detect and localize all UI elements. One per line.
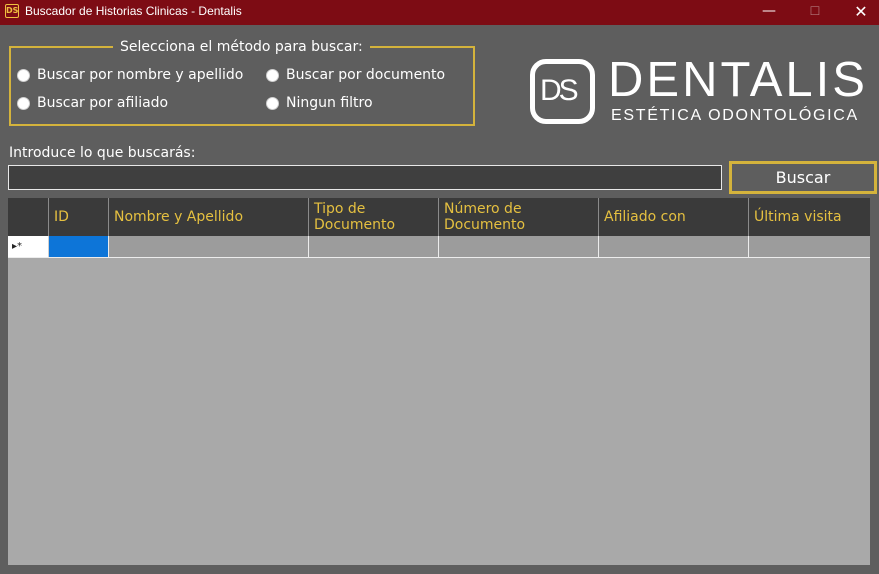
radio-label: Ningun filtro	[286, 95, 373, 111]
row-header-new-marker[interactable]: ▸*	[8, 236, 49, 257]
search-button[interactable]: Buscar	[729, 161, 877, 194]
radio-label: Buscar por documento	[286, 67, 446, 83]
cell-nombre[interactable]	[109, 236, 309, 257]
cell-numero-documento[interactable]	[439, 236, 599, 257]
cell-ultima-visita[interactable]	[749, 236, 870, 257]
radio-circle-icon[interactable]	[266, 68, 279, 82]
radio-documento[interactable]: Buscar por documento	[266, 67, 445, 83]
cell-afiliado[interactable]	[599, 236, 749, 257]
search-input[interactable]	[8, 165, 722, 190]
radio-label: Buscar por nombre y apellido	[37, 67, 244, 83]
maximize-button[interactable]: ☐	[793, 0, 837, 25]
column-header-nombre[interactable]: Nombre y Apellido	[109, 198, 309, 236]
search-method-group: Selecciona el método para buscar: Buscar…	[9, 38, 475, 126]
app-icon: DS	[5, 4, 19, 18]
column-header-afiliado[interactable]: Afiliado con	[599, 198, 749, 236]
radio-nombre-apellido[interactable]: Buscar por nombre y apellido	[17, 67, 243, 83]
column-header-numero-documento[interactable]: Número de Documento	[439, 198, 599, 236]
radio-circle-icon[interactable]	[17, 68, 30, 82]
close-button[interactable]: ✕	[839, 0, 879, 25]
table-row-new[interactable]: ▸*	[8, 236, 870, 258]
radio-afiliado[interactable]: Buscar por afiliado	[17, 95, 168, 111]
radio-label: Buscar por afiliado	[37, 95, 169, 111]
minimize-button[interactable]: —	[747, 0, 791, 25]
logo-mark: DS	[530, 59, 595, 124]
search-method-legend: Selecciona el método para buscar:	[113, 38, 370, 56]
column-header-tipo-documento[interactable]: Tipo de Documento	[309, 198, 439, 236]
title-bar: DS Buscador de Historias Clinicas - Dent…	[0, 0, 879, 25]
radio-ningun-filtro[interactable]: Ningun filtro	[266, 95, 373, 111]
grid-header: ID Nombre y Apellido Tipo de Documento N…	[8, 198, 870, 236]
column-header-ultima-visita[interactable]: Última visita	[749, 198, 870, 236]
window-title: Buscador de Historias Clinicas - Dentali…	[25, 4, 242, 18]
search-label: Introduce lo que buscarás:	[9, 145, 196, 161]
cell-tipo-documento[interactable]	[309, 236, 439, 257]
logo-name: DENTALIS	[608, 53, 868, 107]
grid-corner-header[interactable]	[8, 198, 49, 236]
logo-tagline: ESTÉTICA ODONTOLÓGICA	[611, 107, 859, 124]
radio-circle-icon[interactable]	[17, 96, 30, 110]
logo-mark-text: DS	[540, 74, 579, 107]
radio-circle-icon[interactable]	[266, 96, 279, 110]
cell-id[interactable]	[49, 236, 109, 257]
column-header-id[interactable]: ID	[49, 198, 109, 236]
results-grid[interactable]: ID Nombre y Apellido Tipo de Documento N…	[8, 198, 870, 565]
